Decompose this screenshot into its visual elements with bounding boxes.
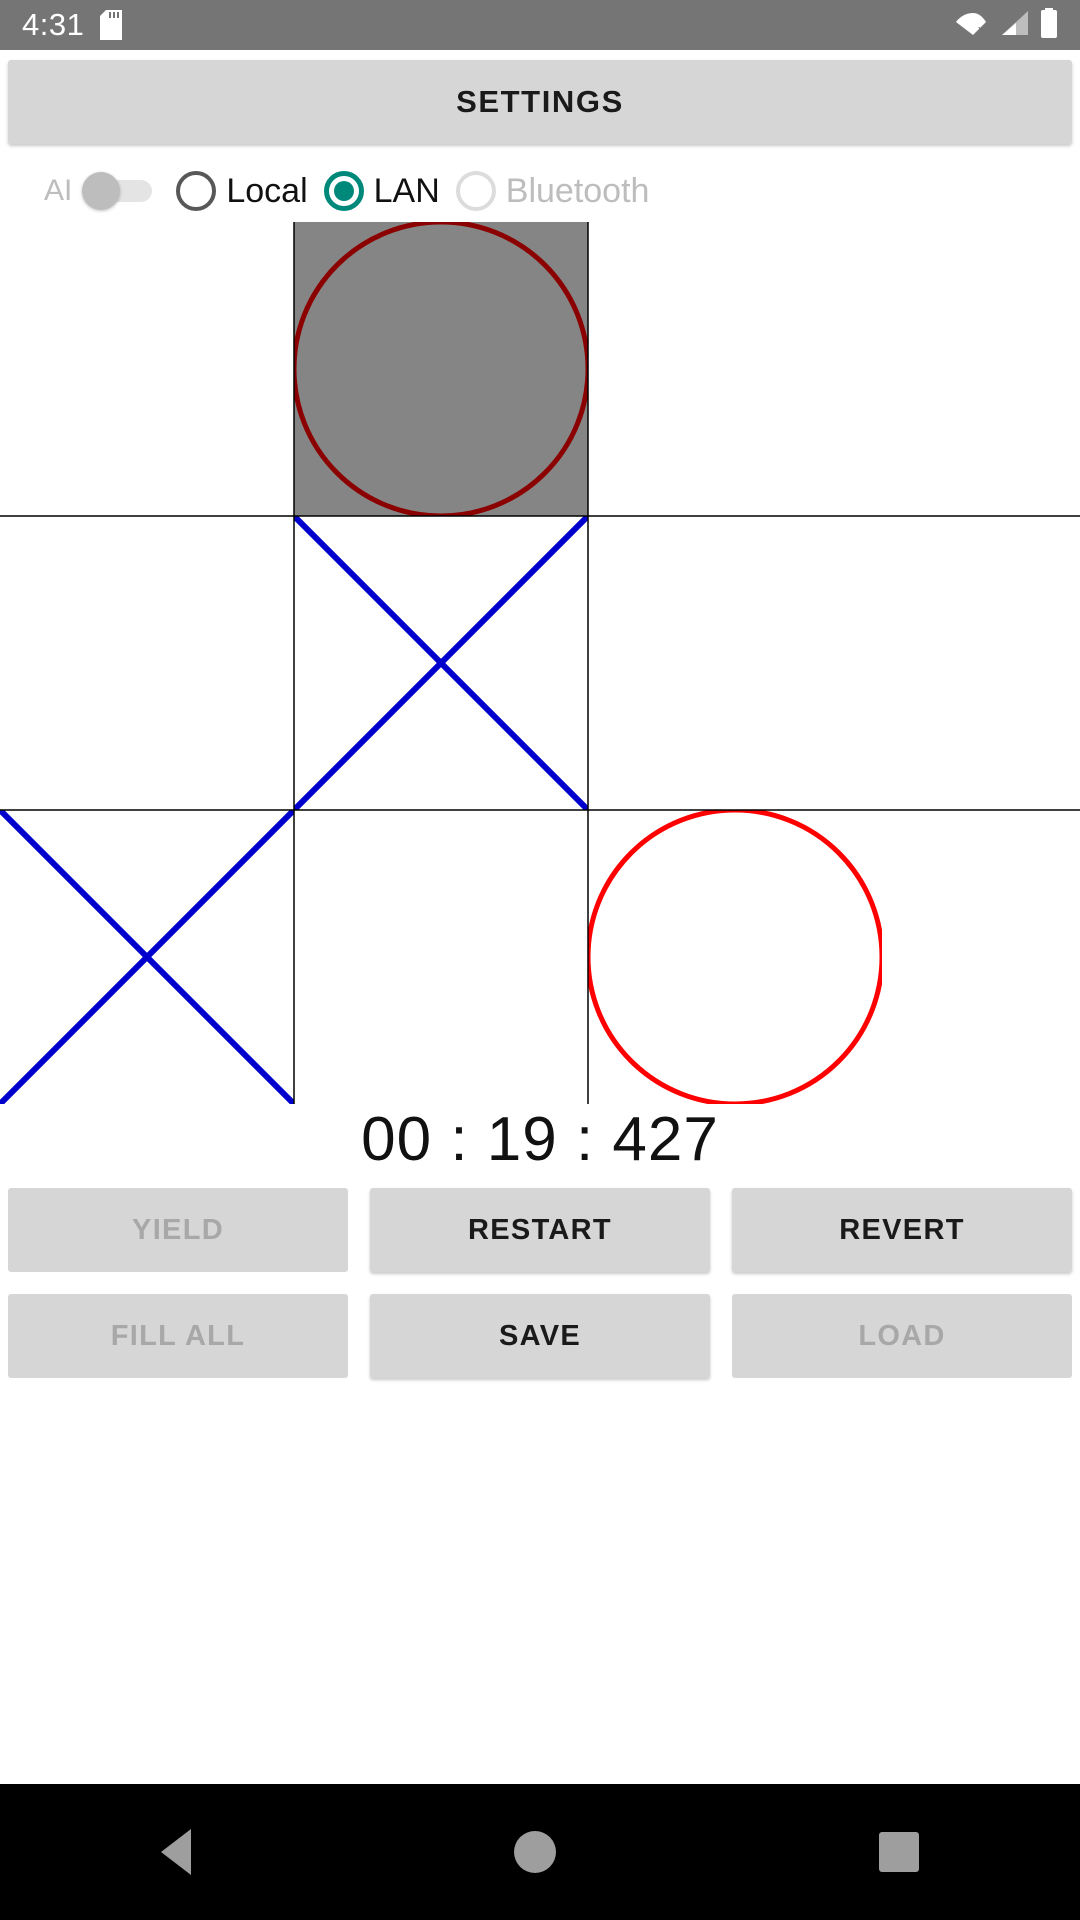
board-cell-7[interactable] bbox=[294, 810, 588, 1104]
radio-circle-local[interactable] bbox=[176, 171, 217, 211]
action-button-grid: YIELD RESTART REVERT FILL ALL SAVE LOAD bbox=[0, 1188, 1080, 1400]
game-timer: 00 : 19 : 427 bbox=[361, 1105, 719, 1174]
controls-row: AI Local LAN Bluetooth bbox=[0, 160, 1080, 222]
wifi-off-icon: x bbox=[956, 9, 990, 42]
settings-button[interactable]: SETTINGS bbox=[8, 60, 1072, 144]
board-cell-3[interactable] bbox=[0, 516, 294, 810]
status-bar: 4:31 x bbox=[0, 0, 1080, 50]
sd-card-icon bbox=[100, 10, 123, 40]
board-cell-0[interactable] bbox=[0, 222, 294, 516]
restart-button[interactable]: RESTART bbox=[370, 1188, 710, 1272]
board-cell-1[interactable] bbox=[294, 222, 588, 516]
x-mark bbox=[294, 516, 588, 810]
radio-label-bluetooth: Bluetooth bbox=[505, 171, 650, 210]
board-cell-8[interactable] bbox=[588, 810, 882, 1104]
game-board bbox=[0, 222, 1080, 1104]
status-bar-clock: 4:31 bbox=[22, 7, 85, 42]
yield-button[interactable]: YIELD bbox=[8, 1188, 348, 1272]
board-cell-4[interactable] bbox=[294, 516, 588, 810]
home-circle-icon[interactable] bbox=[513, 1831, 556, 1873]
action-row-2: FILL ALL SAVE LOAD bbox=[0, 1294, 1080, 1378]
save-button[interactable]: SAVE bbox=[370, 1294, 710, 1378]
o-mark bbox=[588, 810, 882, 1104]
status-bar-left: 4:31 bbox=[22, 7, 123, 43]
radio-circle-lan[interactable] bbox=[323, 171, 364, 211]
back-triangle-icon[interactable] bbox=[161, 1829, 192, 1875]
ai-toggle-group[interactable]: AI bbox=[44, 172, 154, 210]
x-mark bbox=[0, 810, 294, 1104]
android-nav-bar bbox=[0, 1784, 1080, 1920]
fill-all-button[interactable]: FILL ALL bbox=[8, 1294, 348, 1378]
ai-label: AI bbox=[44, 174, 73, 207]
radio-option-local[interactable]: Local bbox=[176, 171, 308, 211]
action-row-1: YIELD RESTART REVERT bbox=[0, 1188, 1080, 1272]
radio-circle-bluetooth bbox=[455, 171, 496, 211]
revert-button[interactable]: REVERT bbox=[732, 1188, 1072, 1272]
recents-square-icon[interactable] bbox=[878, 1832, 919, 1872]
radio-label-lan: LAN bbox=[373, 171, 440, 210]
status-bar-right: x bbox=[956, 7, 1058, 43]
svg-text:x: x bbox=[978, 22, 985, 37]
board-cell-6[interactable] bbox=[0, 810, 294, 1104]
ai-switch-thumb bbox=[82, 172, 121, 210]
o-mark-dark bbox=[294, 222, 588, 516]
load-button[interactable]: LOAD bbox=[732, 1294, 1072, 1378]
radio-option-lan[interactable]: LAN bbox=[323, 171, 440, 211]
connection-mode-radio-group: Local LAN Bluetooth bbox=[176, 171, 649, 211]
battery-icon bbox=[1040, 7, 1058, 43]
cell-signal-icon bbox=[1000, 9, 1030, 42]
board-cell-5[interactable] bbox=[588, 516, 882, 810]
radio-option-bluetooth: Bluetooth bbox=[455, 171, 650, 211]
radio-label-local: Local bbox=[226, 171, 308, 210]
ai-switch[interactable] bbox=[82, 172, 154, 210]
board-cell-2[interactable] bbox=[588, 222, 882, 516]
